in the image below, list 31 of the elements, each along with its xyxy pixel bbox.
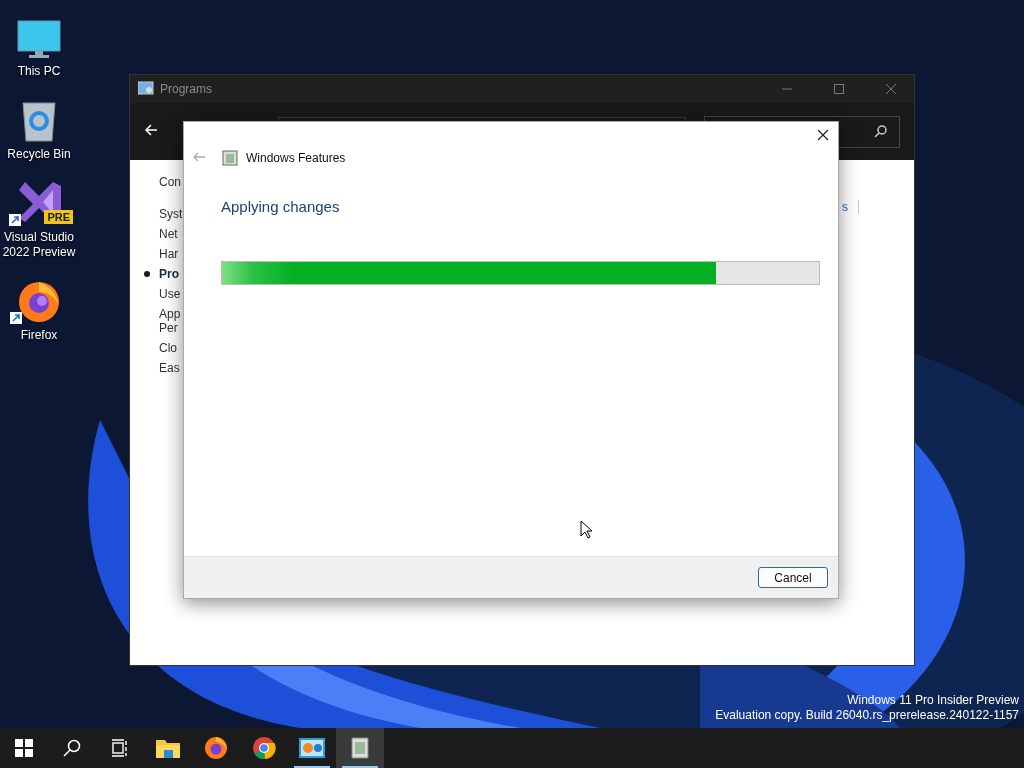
sidebar-link[interactable]: App Per [159,307,181,335]
edition-text: Windows 11 Pro Insider Preview [847,693,1019,708]
desktop-icon-label[interactable]: Firefox [20,328,58,343]
recycle-bin-icon [19,99,59,143]
window-title: Programs [160,82,212,96]
preview-badge: PRE [44,210,73,224]
search-icon[interactable] [874,125,887,138]
control-panel-icon [138,80,154,98]
status-heading: Applying changes [221,198,341,215]
shortcut-arrow-icon [9,214,21,226]
sidebar-link[interactable]: Con [159,175,181,189]
link-text[interactable]: s [842,200,859,214]
mouse-pointer-icon [580,520,592,539]
desktop-icon-label[interactable]: This PC [17,64,61,79]
sidebar-link[interactable]: Clo [159,341,177,355]
features-icon[interactable] [336,728,384,768]
shortcut-arrow-icon [10,312,22,324]
sidebar-link[interactable]: Syst [159,207,183,221]
monitor-icon [17,20,61,60]
edition-text: Evaluation copy. Build 26040.rs_prerelease.240122-1157 [715,708,1019,723]
desktop-icon-label[interactable]: Recycle Bin [7,147,71,162]
sidebar-link[interactable]: Use [159,287,181,301]
sidebar-link[interactable]: Net [159,227,178,241]
desktop-icon-label[interactable]: Visual Studio 2022 Preview [0,230,78,260]
close-icon[interactable] [817,129,829,141]
sidebar-link[interactable]: Eas [159,361,180,375]
features-icon [222,150,238,166]
sidebar-link[interactable]: Har [159,247,179,261]
cancel-button[interactable]: Cancel [758,567,828,588]
dialog-title: Windows Features [246,151,346,165]
sidebar-link[interactable]: Pro [159,267,179,281]
